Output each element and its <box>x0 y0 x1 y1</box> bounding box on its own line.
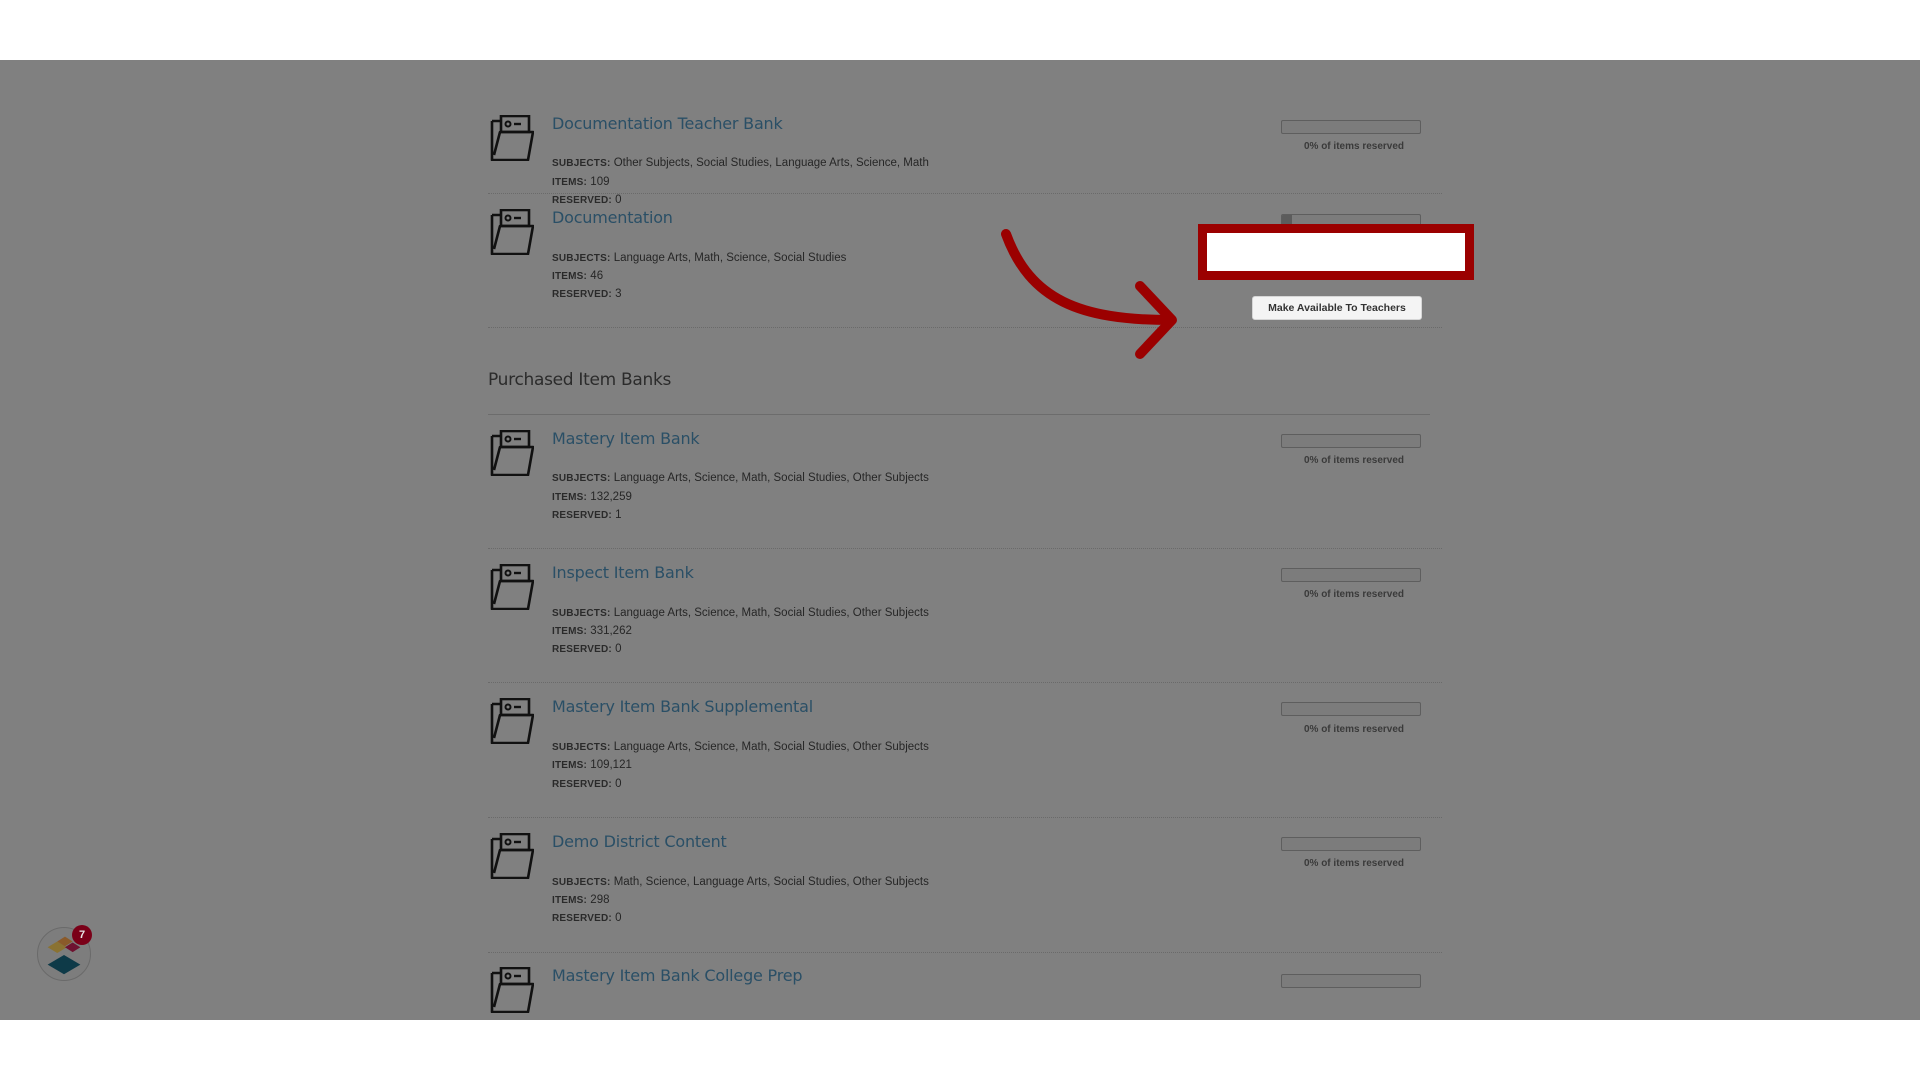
bottom-blank-band <box>0 1020 1920 1080</box>
make-available-to-teachers-button[interactable]: Make Available To Teachers <box>1252 296 1422 320</box>
bank-subjects: SUBJECTS: Math, Science, Language Arts, … <box>552 876 929 888</box>
section-title: Purchased Item Banks <box>488 370 672 390</box>
bank-items: ITEMS: 331,262 <box>552 625 632 637</box>
item-banks-list: Documentation Teacher Bank SUBJECTS: Oth… <box>488 60 1442 1013</box>
bank-row: Mastery Item Bank Supplemental SUBJECTS:… <box>488 683 1442 818</box>
bank-row: Mastery Item Bank SUBJECTS: Language Art… <box>488 415 1442 549</box>
purchased-section-header: Purchased Item Banks <box>488 328 1430 415</box>
bank-items: ITEMS: 109 <box>552 176 610 188</box>
folder-icon <box>490 698 534 744</box>
bank-reserved: RESERVED: 0 <box>552 778 622 790</box>
reserved-progress-bar <box>1281 837 1421 851</box>
dimmed-page-overlay: Documentation Teacher Bank SUBJECTS: Oth… <box>0 60 1920 1020</box>
reserved-progress-bar <box>1281 974 1421 988</box>
bank-title-link[interactable]: Mastery Item Bank College Prep <box>552 966 803 985</box>
bank-row: Inspect Item Bank SUBJECTS: Language Art… <box>488 549 1442 683</box>
bank-title-link[interactable]: Documentation <box>552 208 673 227</box>
bank-items: ITEMS: 109,121 <box>552 759 632 771</box>
bank-title-link[interactable]: Demo District Content <box>552 832 727 851</box>
bank-row: Demo District Content SUBJECTS: Math, Sc… <box>488 818 1442 953</box>
bank-subjects: SUBJECTS: Other Subjects, Social Studies… <box>552 157 929 169</box>
top-blank-band <box>0 0 1920 60</box>
reserved-progress-bar <box>1281 434 1421 448</box>
folder-icon <box>490 967 534 1013</box>
bank-items: ITEMS: 298 <box>552 894 610 906</box>
folder-icon <box>490 430 534 476</box>
bank-subjects: SUBJECTS: Language Arts, Science, Math, … <box>552 472 929 484</box>
reserved-progress-bar <box>1281 702 1421 716</box>
bank-reserved: RESERVED: 3 <box>552 288 622 300</box>
bank-items: ITEMS: 46 <box>552 270 604 282</box>
bank-reserved: RESERVED: 0 <box>552 643 622 655</box>
notification-badge: 7 <box>72 925 92 945</box>
bank-title-link[interactable]: Mastery Item Bank <box>552 429 700 448</box>
bank-reserved: RESERVED: 0 <box>552 912 622 924</box>
callout-arrow-icon <box>1001 229 1177 359</box>
reserved-progress-bar <box>1281 120 1421 134</box>
bank-reserved: RESERVED: 1 <box>552 509 622 521</box>
folder-icon <box>490 209 534 255</box>
bank-title-link[interactable]: Mastery Item Bank Supplemental <box>552 697 813 716</box>
progress-label: 0% of items reserved <box>1303 141 1405 152</box>
progress-label: 0% of items reserved <box>1303 455 1405 466</box>
progress-label: 0% of items reserved <box>1303 858 1405 869</box>
bank-title-link[interactable]: Documentation Teacher Bank <box>552 114 783 133</box>
progress-label: 0% of items reserved <box>1303 589 1405 600</box>
bank-subjects: SUBJECTS: Language Arts, Math, Science, … <box>552 252 847 264</box>
bank-row: Documentation Teacher Bank SUBJECTS: Oth… <box>488 60 1442 206</box>
folder-icon <box>490 564 534 610</box>
folder-icon <box>490 833 534 879</box>
bank-items: ITEMS: 132,259 <box>552 491 632 503</box>
bank-subjects: SUBJECTS: Language Arts, Science, Math, … <box>552 607 929 619</box>
highlight-box <box>1198 224 1474 280</box>
folder-icon <box>490 115 534 161</box>
bank-title-link[interactable]: Inspect Item Bank <box>552 563 694 582</box>
bank-subjects: SUBJECTS: Language Arts, Science, Math, … <box>552 741 929 753</box>
progress-label: 0% of items reserved <box>1303 724 1405 735</box>
reserved-progress-bar <box>1281 568 1421 582</box>
bank-row: Mastery Item Bank College Prep <box>488 953 1442 1013</box>
